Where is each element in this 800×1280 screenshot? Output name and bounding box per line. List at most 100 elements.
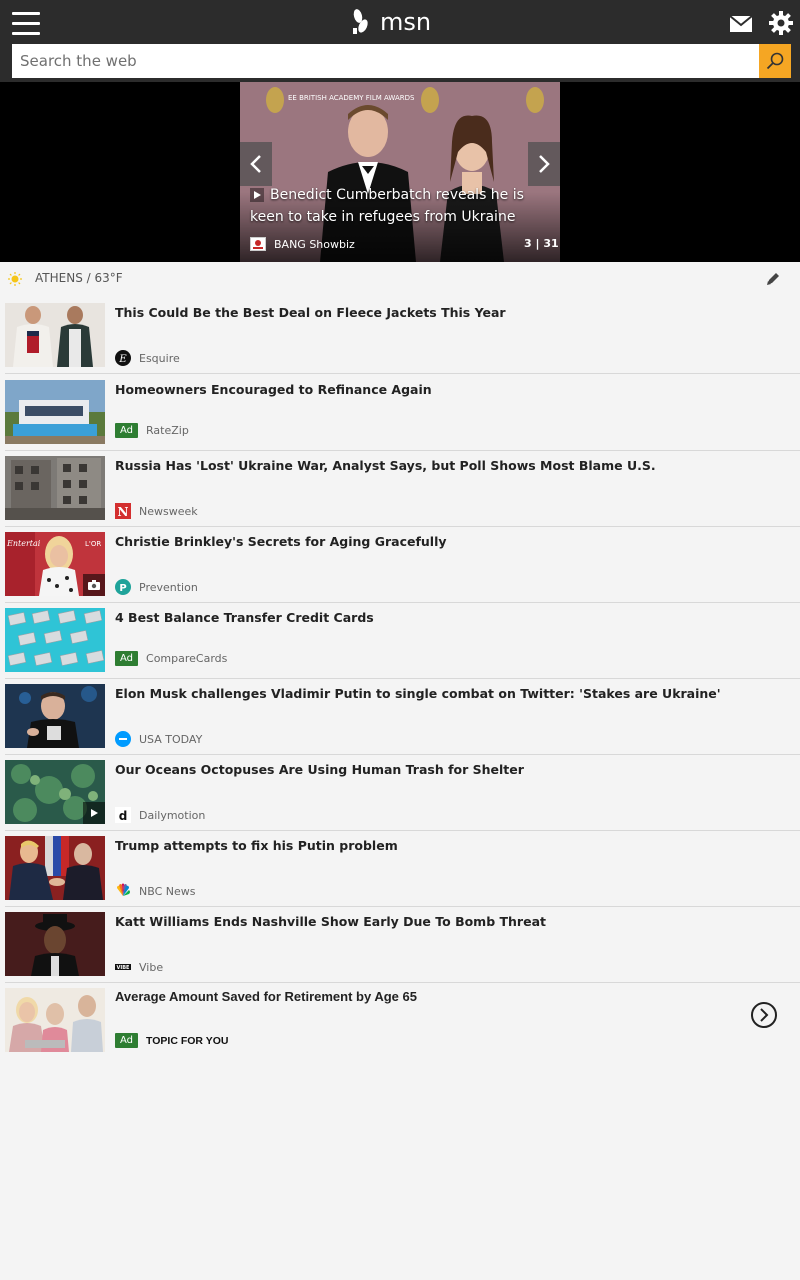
hero-counter: 3 | 31 xyxy=(524,237,559,250)
news-source: NBC News xyxy=(139,884,196,898)
logo-text: msn xyxy=(380,8,432,36)
news-title[interactable]: This Could Be the Best Deal on Fleece Ja… xyxy=(115,304,795,321)
usa-today-logo-icon xyxy=(115,731,131,747)
news-item[interactable]: Elon Musk challenges Vladimir Putin to s… xyxy=(5,679,800,755)
news-source: USA TODAY xyxy=(139,732,203,746)
news-item[interactable]: Average Amount Saved for Retirement by A… xyxy=(5,983,800,1059)
camera-icon xyxy=(88,580,100,590)
news-source: Esquire xyxy=(139,351,180,365)
news-title[interactable]: Katt Williams Ends Nashville Show Early … xyxy=(115,913,795,930)
svg-text:d: d xyxy=(119,809,128,823)
news-source: RateZip xyxy=(146,424,189,437)
news-item[interactable]: Entertai L'OR Christie Brinkley's Secret… xyxy=(5,527,800,603)
news-meta: N Newsweek xyxy=(115,503,198,519)
news-item[interactable]: Russia Has 'Lost' Ukraine War, Analyst S… xyxy=(5,451,800,527)
play-icon xyxy=(91,809,98,817)
news-title[interactable]: Trump attempts to fix his Putin problem xyxy=(115,837,795,854)
search-icon xyxy=(766,52,784,70)
chevron-left-icon xyxy=(250,155,261,173)
msn-logo[interactable]: msn xyxy=(350,6,431,38)
news-meta: P Prevention xyxy=(115,579,198,595)
news-meta: Ad CompareCards xyxy=(115,651,227,666)
news-item[interactable]: 4 Best Balance Transfer Credit Cards Ad … xyxy=(5,603,800,679)
ad-badge: Ad xyxy=(115,1033,139,1048)
news-meta: NBC News xyxy=(115,883,195,899)
svg-text:N: N xyxy=(118,505,129,519)
news-source: Prevention xyxy=(139,580,198,594)
news-meta: USA TODAY xyxy=(115,731,202,747)
svg-text:VIBE: VIBE xyxy=(117,965,131,971)
esquire-logo-icon: E xyxy=(115,350,131,366)
news-thumbnail xyxy=(5,760,105,824)
news-source: Newsweek xyxy=(139,504,198,518)
news-meta: Ad RateZip xyxy=(115,423,189,438)
chevron-right-circle-icon[interactable] xyxy=(750,1001,778,1029)
news-item[interactable]: Homeowners Encouraged to Refinance Again… xyxy=(5,375,800,451)
news-item[interactable]: This Could Be the Best Deal on Fleece Ja… xyxy=(5,298,800,374)
ad-badge: Ad xyxy=(115,423,139,438)
hero-caption[interactable]: Benedict Cumberbatch reveals he is keen … xyxy=(250,184,550,228)
menu-icon[interactable] xyxy=(12,12,40,36)
prevention-logo-icon: P xyxy=(115,579,131,595)
topic-label: TOPIC FOR YOU xyxy=(146,1034,229,1047)
news-thumbnail xyxy=(5,380,105,444)
news-title[interactable]: Average Amount Saved for Retirement by A… xyxy=(115,988,795,1005)
svg-text:P: P xyxy=(119,583,126,594)
news-thumbnail xyxy=(5,912,105,976)
svg-text:Entertai: Entertai xyxy=(6,539,41,548)
hero-source-name: BANG Showbiz xyxy=(274,237,355,251)
news-item[interactable]: Trump attempts to fix his Putin problem … xyxy=(5,831,800,907)
top-bar: msn xyxy=(0,0,800,82)
video-badge xyxy=(83,802,105,824)
news-title[interactable]: 4 Best Balance Transfer Credit Cards xyxy=(115,609,795,626)
news-title[interactable]: Our Oceans Octopuses Are Using Human Tra… xyxy=(115,761,795,778)
hero-caption-text: Benedict Cumberbatch reveals he is keen … xyxy=(250,187,524,225)
hero-next-button[interactable] xyxy=(528,142,560,186)
hero-image[interactable]: EE BRITISH ACADEMY FILM AWARDS xyxy=(240,82,560,262)
play-icon xyxy=(250,188,264,202)
search-input[interactable] xyxy=(12,44,759,78)
chevron-right-icon xyxy=(539,155,550,173)
hero-backdrop-text: EE BRITISH ACADEMY FILM AWARDS xyxy=(288,94,415,102)
news-item[interactable]: Katt Williams Ends Nashville Show Early … xyxy=(5,907,800,983)
news-meta: Ad TOPIC FOR YOU xyxy=(115,1033,228,1048)
news-title[interactable]: Elon Musk challenges Vladimir Putin to s… xyxy=(115,685,795,702)
butterfly-icon xyxy=(353,9,368,34)
news-title[interactable]: Homeowners Encouraged to Refinance Again xyxy=(115,381,795,398)
vibe-logo-icon: VIBE xyxy=(115,959,131,975)
mail-icon[interactable] xyxy=(729,14,753,34)
weather-location[interactable]: ATHENS / 63°F xyxy=(35,271,123,285)
news-thumbnail xyxy=(5,456,105,520)
hero-prev-button[interactable] xyxy=(240,142,272,186)
ad-badge: Ad xyxy=(115,651,139,666)
news-meta: VIBE Vibe xyxy=(115,959,163,975)
pencil-icon[interactable] xyxy=(765,271,781,287)
news-title[interactable]: Russia Has 'Lost' Ukraine War, Analyst S… xyxy=(115,457,795,474)
hero-source: BANG Showbiz xyxy=(250,237,355,251)
search-bar xyxy=(12,44,791,78)
news-title[interactable]: Christie Brinkley's Secrets for Aging Gr… xyxy=(115,533,795,550)
news-source: Dailymotion xyxy=(139,808,206,822)
news-source: Vibe xyxy=(139,960,164,974)
nbc-peacock-logo-icon xyxy=(115,883,131,899)
weather-bar: ATHENS / 63°F xyxy=(0,262,800,298)
sun-icon xyxy=(8,272,22,286)
bang-showbiz-logo-icon xyxy=(250,237,266,251)
news-meta: E Esquire xyxy=(115,350,180,366)
news-thumbnail: Entertai L'OR xyxy=(5,532,105,596)
newsweek-logo-icon: N xyxy=(115,503,131,519)
dailymotion-logo-icon: d xyxy=(115,807,131,823)
hero-carousel: EE BRITISH ACADEMY FILM AWARDS Benedict … xyxy=(0,82,800,262)
gear-icon[interactable] xyxy=(768,10,794,36)
search-button[interactable] xyxy=(759,44,791,78)
svg-text:L'OR: L'OR xyxy=(85,540,101,548)
news-thumbnail xyxy=(5,608,105,672)
news-thumbnail xyxy=(5,684,105,748)
svg-text:E: E xyxy=(118,354,127,365)
camera-badge xyxy=(83,574,105,596)
news-source: CompareCards xyxy=(146,652,228,665)
news-thumbnail xyxy=(5,303,105,367)
news-item[interactable]: Our Oceans Octopuses Are Using Human Tra… xyxy=(5,755,800,831)
news-thumbnail xyxy=(5,988,105,1052)
news-meta: d Dailymotion xyxy=(115,807,205,823)
